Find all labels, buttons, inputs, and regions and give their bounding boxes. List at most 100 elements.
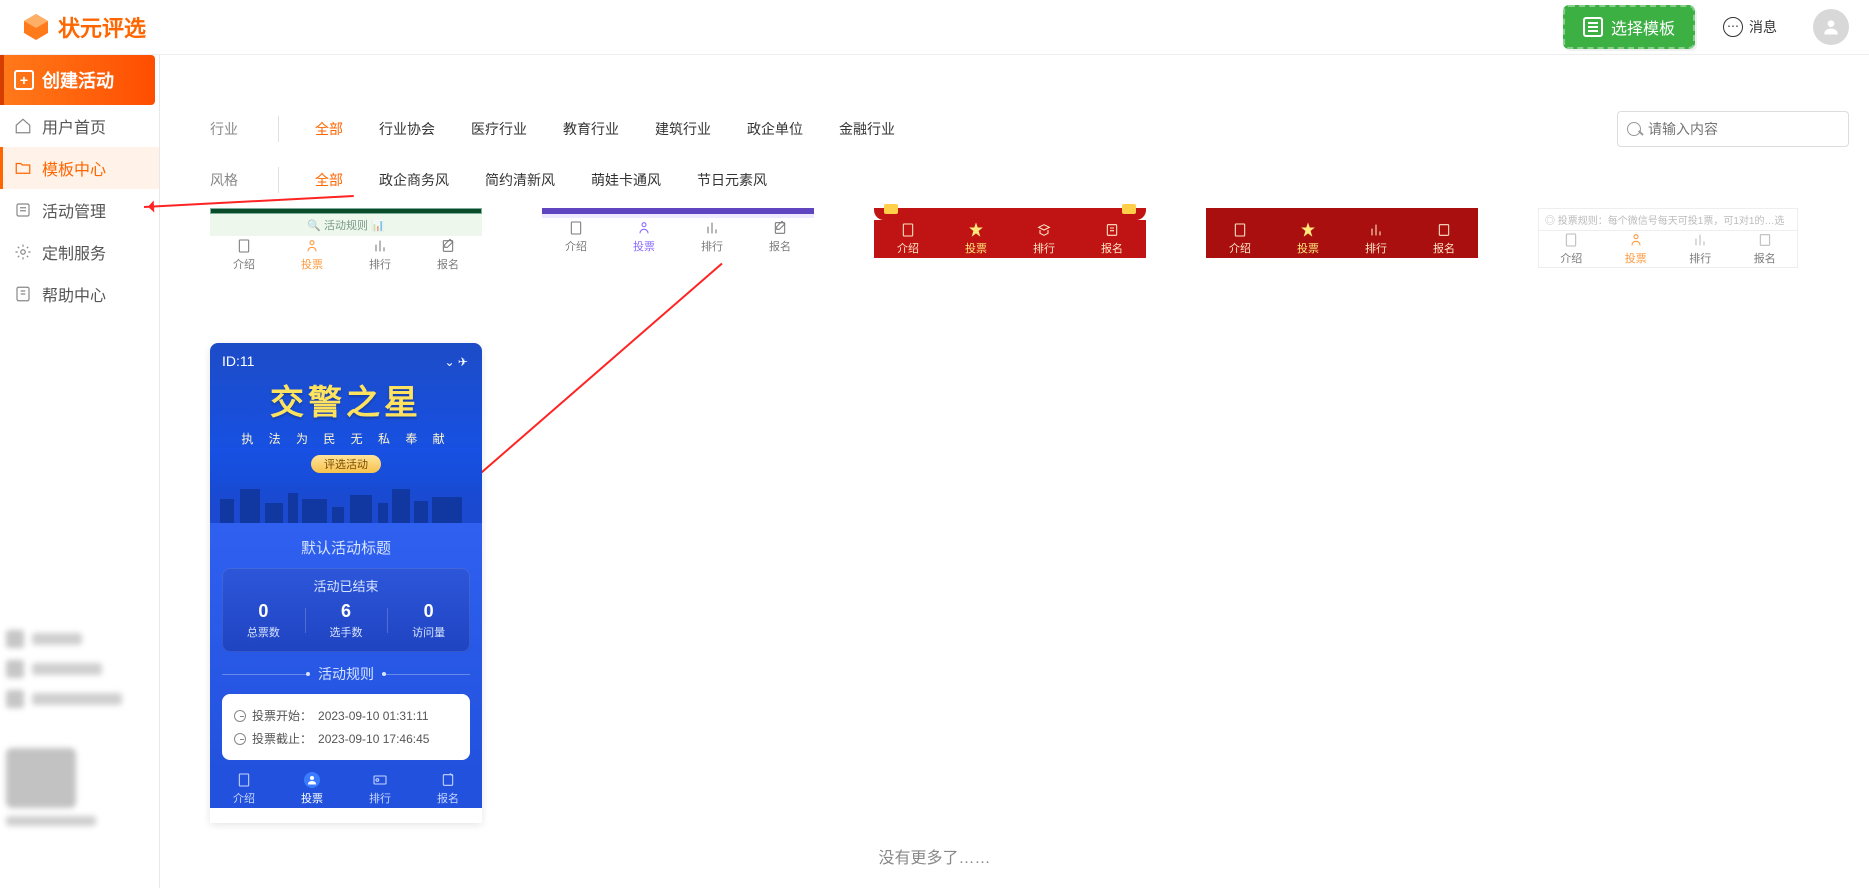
nav-vote[interactable]: 投票 xyxy=(278,770,346,808)
filter-style-gov[interactable]: 政企商务风 xyxy=(379,170,449,190)
filter-industry-assoc[interactable]: 行业协会 xyxy=(379,119,435,139)
nav-intro[interactable]: 介绍 xyxy=(210,770,278,808)
nav-signup[interactable]: 报名 xyxy=(414,236,482,274)
nav-signup[interactable]: 报名 xyxy=(1410,220,1478,258)
messages-label: 消息 xyxy=(1749,17,1777,37)
template-bottom-nav: 介绍 投票 排行 报名 xyxy=(542,218,814,256)
sidebar-item-label: 模板中心 xyxy=(42,156,106,180)
feature-rules-title: 活动规则 xyxy=(222,664,470,684)
template-stub-1[interactable]: 🔍 活动规则 📊 介绍 投票 排行 报名 xyxy=(210,208,482,274)
nav-rank[interactable]: 排行 xyxy=(1010,220,1078,258)
clock-icon xyxy=(234,733,246,745)
sidebar-item-custom[interactable]: 定制服务 xyxy=(0,231,159,273)
nav-intro[interactable]: 介绍 xyxy=(1539,231,1604,267)
template-stub-4[interactable]: 介绍 投票 排行 报名 xyxy=(1206,208,1478,274)
nav-vote[interactable]: 投票 xyxy=(942,220,1010,258)
sidebar-item-templates[interactable]: 模板中心 xyxy=(0,147,159,189)
sidebar-item-label: 定制服务 xyxy=(42,240,106,264)
user-icon xyxy=(1821,17,1841,37)
filter-industry-const[interactable]: 建筑行业 xyxy=(655,119,711,139)
sidebar-item-home[interactable]: 用户首页 xyxy=(0,105,159,147)
clock-icon xyxy=(234,710,246,722)
filter-label-industry: 行业 xyxy=(210,119,238,139)
filter-industry-edu[interactable]: 教育行业 xyxy=(563,119,619,139)
feature-title: 交警之星 xyxy=(222,375,470,424)
feature-badge: 评选活动 xyxy=(311,455,381,473)
featured-template-card[interactable]: ID:11 ⌄ ✈ 交警之星 执 法 为 民 无 私 奉 献 评选活动 默认活动… xyxy=(210,343,482,823)
feature-bottom-nav: 介绍 投票 排行 报名 xyxy=(210,770,482,808)
nav-rank[interactable]: 排行 xyxy=(678,218,746,256)
template-bottom-nav: 介绍 投票 排行 报名 xyxy=(1206,220,1478,258)
logo[interactable]: 状元评选 xyxy=(20,11,146,43)
nav-vote[interactable]: 投票 xyxy=(278,236,346,274)
filter-industry-med[interactable]: 医疗行业 xyxy=(471,119,527,139)
nav-signup[interactable]: 报名 xyxy=(1733,231,1798,267)
rule-hint: ◎ 投票规则：每个微信号每天可投1票，可1对1的…选 xyxy=(1538,208,1798,230)
nav-rank[interactable]: 排行 xyxy=(1342,220,1410,258)
sidebar-item-label: 用户首页 xyxy=(42,114,106,138)
feature-times: 投票开始：2023-09-10 01:31:11 投票截止：2023-09-10… xyxy=(222,694,470,760)
feature-subtitle: 执 法 为 民 无 私 奉 献 xyxy=(222,430,470,447)
home-icon xyxy=(14,117,32,135)
nav-rank[interactable]: 排行 xyxy=(346,236,414,274)
avatar[interactable] xyxy=(1813,9,1849,45)
message-icon xyxy=(1723,17,1743,37)
template-stub-3[interactable]: 介绍 投票 排行 报名 xyxy=(874,208,1146,274)
blurred-user-panel xyxy=(6,630,126,838)
feature-stats: 活动已结束 0总票数 6选手数 0访问量 xyxy=(222,568,470,652)
filter-industry-gov[interactable]: 政企单位 xyxy=(747,119,803,139)
nav-vote[interactable]: 投票 xyxy=(1274,220,1342,258)
filter-row-industry: 行业 全部 行业协会 医疗行业 教育行业 建筑行业 政企单位 金融行业 xyxy=(170,100,1859,158)
nav-rank[interactable]: 排行 xyxy=(1668,231,1733,267)
template-stub-5[interactable]: ◎ 投票规则：每个微信号每天可投1票，可1对1的…选 介绍 投票 排行 报名 xyxy=(1538,208,1798,274)
filter-style-cute[interactable]: 萌娃卡通风 xyxy=(591,170,661,190)
template-bottom-nav: 介绍 投票 排行 报名 xyxy=(874,220,1146,258)
stat-views: 0访问量 xyxy=(387,601,470,640)
sidebar-item-activities[interactable]: 活动管理 xyxy=(0,189,159,231)
template-icon xyxy=(1583,17,1603,37)
nav-signup[interactable]: 报名 xyxy=(414,770,482,808)
filter-label-style: 风格 xyxy=(210,170,238,190)
feature-body: 默认活动标题 活动已结束 0总票数 6选手数 0访问量 活动规则 投票开始：20… xyxy=(210,523,482,770)
create-activity-label: 创建活动 xyxy=(42,67,114,93)
filter-row-style: 风格 全部 政企商务风 简约清新风 萌娃卡通风 节日元素风 xyxy=(170,158,1859,202)
gear-icon xyxy=(14,243,32,261)
sidebar-item-help[interactable]: 帮助中心 xyxy=(0,273,159,315)
stat-votes: 0总票数 xyxy=(222,601,305,640)
filter-industry-all[interactable]: 全部 xyxy=(315,119,343,139)
template-stubs: 🔍 活动规则 📊 介绍 投票 排行 报名 介绍 投票 排行 报名 xyxy=(170,208,1859,274)
filter-style-all[interactable]: 全部 xyxy=(315,170,343,190)
filter-style-holiday[interactable]: 节日元素风 xyxy=(697,170,767,190)
plus-icon: + xyxy=(14,70,34,90)
list-icon xyxy=(14,201,32,219)
feature-id: ID:11 xyxy=(222,353,470,369)
nav-vote[interactable]: 投票 xyxy=(1604,231,1669,267)
messages-link[interactable]: 消息 xyxy=(1723,17,1777,37)
create-activity-button[interactable]: + 创建活动 xyxy=(0,55,155,105)
nav-signup[interactable]: 报名 xyxy=(746,218,814,256)
no-more-text: 没有更多了…… xyxy=(878,844,990,868)
nav-intro[interactable]: 介绍 xyxy=(874,220,942,258)
template-bottom-nav: 介绍 投票 排行 报名 xyxy=(210,236,482,274)
nav-intro[interactable]: 介绍 xyxy=(542,218,610,256)
skyline-decoration xyxy=(210,479,482,523)
nav-rank[interactable]: 排行 xyxy=(346,770,414,808)
template-stub-2[interactable]: 介绍 投票 排行 报名 xyxy=(542,208,814,274)
nav-signup[interactable]: 报名 xyxy=(1078,220,1146,258)
main-content: 行业 全部 行业协会 医疗行业 教育行业 建筑行业 政企单位 金融行业 风格 全… xyxy=(170,100,1859,274)
time-end: 投票截止：2023-09-10 17:46:45 xyxy=(234,727,458,750)
top-header: 状元评选 选择模板 消息 xyxy=(0,0,1869,55)
feature-ended: 活动已结束 xyxy=(222,576,470,595)
logo-icon xyxy=(20,11,52,43)
help-icon xyxy=(14,285,32,303)
sidebar-item-label: 帮助中心 xyxy=(42,282,106,306)
nav-vote[interactable]: 投票 xyxy=(610,218,678,256)
filter-industry-fin[interactable]: 金融行业 xyxy=(839,119,895,139)
stat-players: 6选手数 xyxy=(305,601,388,640)
filter-style-simple[interactable]: 简约清新风 xyxy=(485,170,555,190)
nav-intro[interactable]: 介绍 xyxy=(210,236,278,274)
choose-template-button[interactable]: 选择模板 xyxy=(1563,5,1695,49)
nav-intro[interactable]: 介绍 xyxy=(1206,220,1274,258)
choose-template-label: 选择模板 xyxy=(1611,15,1675,39)
search-input[interactable] xyxy=(1617,111,1849,147)
